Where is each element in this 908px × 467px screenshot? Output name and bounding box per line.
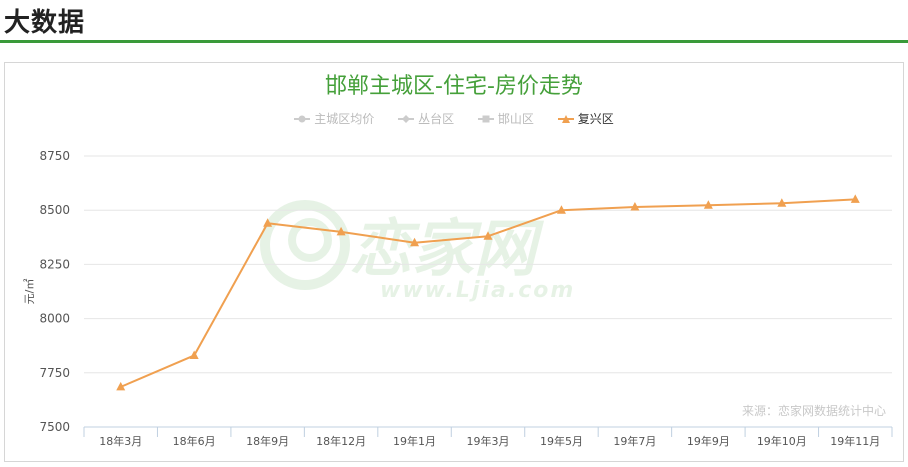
series-line [120, 198, 856, 388]
x-tick-label: 18年6月 [173, 434, 216, 448]
data-point-marker [263, 218, 273, 227]
y-tick-label: 8750 [39, 149, 70, 163]
x-tick-label: 18年12月 [316, 434, 366, 448]
x-tick-label: 19年3月 [467, 434, 510, 448]
x-tick-label: 18年3月 [99, 434, 142, 448]
x-tick-label: 18年9月 [246, 434, 289, 448]
x-tick-label: 19年7月 [613, 434, 656, 448]
x-tick-label: 19年1月 [393, 434, 436, 448]
y-axis-label: 元/㎡ [23, 279, 36, 305]
y-tick-label: 7750 [39, 366, 70, 380]
x-tick-label: 19年9月 [687, 434, 730, 448]
source-note: 来源：恋家网数据统计中心 [741, 404, 886, 418]
line-chart: 7500 7750 8000 8250 8500 8750 18年3月 18年6月 18年9月 1… [23, 149, 893, 448]
y-tick-label: 8000 [39, 312, 70, 326]
x-tick-label: 19年10月 [757, 434, 807, 448]
y-tick-label: 7500 [39, 420, 70, 434]
x-tick-label: 19年11月 [830, 434, 880, 448]
x-tick-label: 19年5月 [540, 434, 583, 448]
y-tick-label: 8500 [39, 203, 70, 217]
y-tick-label: 8250 [39, 257, 70, 271]
